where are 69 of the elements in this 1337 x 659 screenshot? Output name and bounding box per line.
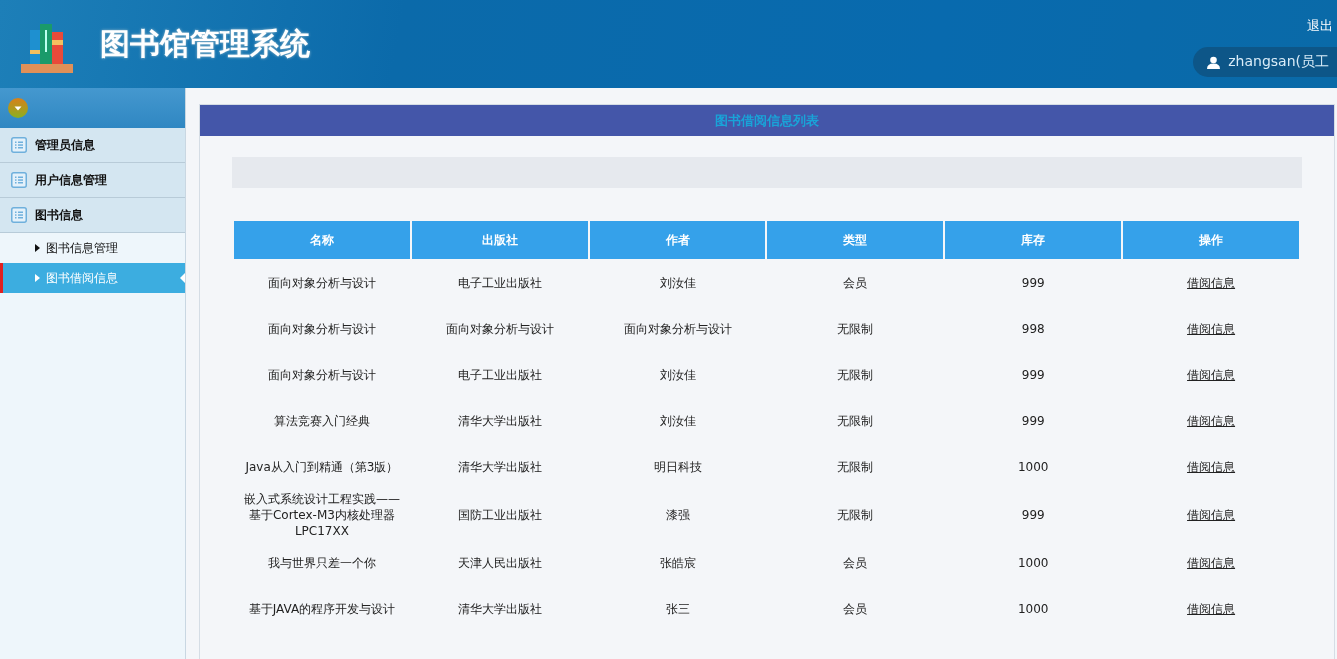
table-cell: 面向对象分析与设计 <box>267 368 376 382</box>
table-cell: 无限制 <box>837 322 874 336</box>
column-header: 出版社 <box>411 221 588 259</box>
table-cell: 无限制 <box>837 414 874 428</box>
table-cell: 999 <box>1021 276 1045 290</box>
table-cell: 刘汝佳 <box>659 368 696 382</box>
table-cell: 天津人民出版社 <box>457 556 542 570</box>
table-cell: 张三 <box>665 602 690 616</box>
table-cell: 清华大学出版社 <box>457 414 542 428</box>
table-cell: 无限制 <box>837 368 874 382</box>
table-cell: 刘汝佳 <box>659 276 696 290</box>
table-cell: 999 <box>1021 368 1045 382</box>
caret-icon <box>35 244 40 252</box>
caret-icon <box>35 274 40 282</box>
table-cell: 会员 <box>843 602 868 616</box>
table-cell: 算法竞赛入门经典 <box>273 414 370 428</box>
table-cell: 999 <box>1021 508 1045 522</box>
borrow-info-link[interactable]: 借阅信息 <box>1187 414 1236 428</box>
borrow-info-link[interactable]: 借阅信息 <box>1187 322 1236 336</box>
borrow-info-link[interactable]: 借阅信息 <box>1187 508 1236 522</box>
table-cell: 国防工业出版社 <box>457 508 542 522</box>
column-header: 作者 <box>589 221 766 259</box>
table-cell: 基于JAVA的程序开发与设计 <box>248 602 396 616</box>
borrow-info-link[interactable]: 借阅信息 <box>1187 602 1236 616</box>
table-cell: 会员 <box>843 556 868 570</box>
table-cell: 明日科技 <box>653 460 702 474</box>
table-cell: 无限制 <box>837 508 874 522</box>
table-cell: Java从入门到精通（第3版） <box>245 460 399 474</box>
collapse-toggle-icon[interactable] <box>8 98 28 118</box>
column-header: 库存 <box>945 221 1122 259</box>
table-cell: 清华大学出版社 <box>457 602 542 616</box>
table-cell: 电子工业出版社 <box>457 368 542 382</box>
list-icon <box>11 207 27 223</box>
table-cell: 面向对象分析与设计 <box>623 322 732 336</box>
borrow-info-link[interactable]: 借阅信息 <box>1187 276 1236 290</box>
table-cell: 无限制 <box>837 460 874 474</box>
sidebar-item[interactable]: 图书信息管理 <box>0 233 185 263</box>
logout-link[interactable]: 退出 <box>1307 17 1333 35</box>
sidebar-group[interactable]: 图书信息 <box>0 198 185 233</box>
sidebar-group[interactable]: 用户信息管理 <box>0 163 185 198</box>
table-cell: 刘汝佳 <box>659 414 696 428</box>
table-cell: 电子工业出版社 <box>457 276 542 290</box>
table-cell: 面向对象分析与设计 <box>445 322 554 336</box>
table-cell: 面向对象分析与设计 <box>267 322 376 336</box>
table-cell: 1000 <box>1017 556 1049 570</box>
table-cell: 999 <box>1021 414 1045 428</box>
table-cell: 会员 <box>843 276 868 290</box>
table-cell: 清华大学出版社 <box>457 460 542 474</box>
table-cell: 1000 <box>1017 602 1049 616</box>
sidebar-group[interactable]: 管理员信息 <box>0 128 185 163</box>
list-icon <box>11 137 27 153</box>
app-title: 图书馆管理系统 <box>100 24 310 63</box>
table-cell: 面向对象分析与设计 <box>267 276 376 290</box>
table-cell: 嵌入式系统设计工程实践——基于Cortex-M3内核处理器LPC17XX <box>243 492 400 538</box>
table-cell: 我与世界只差一个你 <box>267 556 376 570</box>
borrow-info-link[interactable]: 借阅信息 <box>1187 460 1236 474</box>
table-cell: 漆强 <box>665 508 690 522</box>
borrow-info-link[interactable]: 借阅信息 <box>1187 368 1236 382</box>
column-header: 类型 <box>767 221 944 259</box>
table-cell: 998 <box>1021 322 1045 336</box>
column-header: 操作 <box>1123 221 1299 259</box>
user-icon <box>1207 55 1221 69</box>
table-cell: 1000 <box>1017 460 1049 474</box>
column-header: 名称 <box>234 221 410 259</box>
user-name: zhangsan(员工 <box>1228 53 1329 71</box>
borrow-info-link[interactable]: 借阅信息 <box>1187 556 1236 570</box>
table-cell: 张皓宸 <box>659 556 696 570</box>
list-icon <box>11 172 27 188</box>
panel-title: 图书借阅信息列表 <box>200 105 1334 136</box>
